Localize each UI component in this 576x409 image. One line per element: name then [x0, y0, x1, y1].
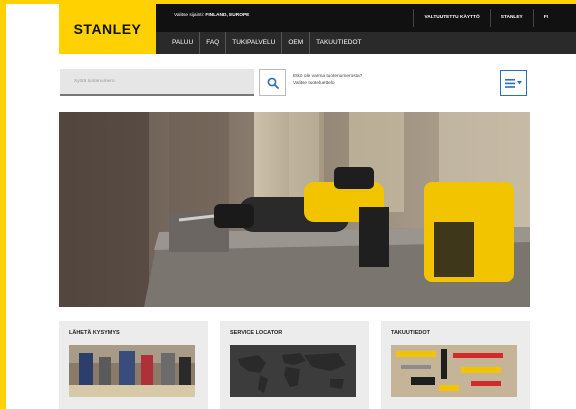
help-question: Etkö ole varma tuotenumerosta?: [293, 74, 363, 79]
region-selector[interactable]: Valitse sijainti: FINLAND, EUROPE: [174, 13, 249, 18]
caret-down-icon: [517, 81, 522, 85]
card-title: TAKUUTIEDOT: [391, 330, 431, 336]
card-title: LÄHETÄ KYSYMYS: [69, 330, 120, 336]
card-service-locator[interactable]: SERVICE LOCATOR: [220, 321, 369, 409]
top-links: VALTUUTETTU KÄYTTÖ STANLEY FI: [413, 9, 558, 27]
main-nav: PALUU FAQ TUKIPALVELU OEM TAKUUTIEDOT: [166, 32, 368, 54]
stanley-logo[interactable]: STANLEY: [59, 4, 156, 54]
region-label: Valitse sijainti:: [174, 13, 205, 18]
nav-item-oem[interactable]: OEM: [282, 32, 311, 54]
card-title: SERVICE LOCATOR: [230, 330, 283, 336]
nav-item-faq[interactable]: FAQ: [200, 32, 227, 54]
nav-item-support[interactable]: TUKIPALVELU: [226, 32, 283, 54]
card-image-world-map: [230, 345, 356, 397]
card-image-people: [69, 345, 195, 397]
nav-item-back[interactable]: PALUU: [166, 32, 201, 54]
top-link-stanley[interactable]: STANLEY: [489, 9, 533, 27]
card-send-question[interactable]: LÄHETÄ KYSYMYS: [59, 321, 208, 409]
nav-item-warranty[interactable]: TAKUUTIEDOT: [310, 32, 367, 54]
help-catalog-link[interactable]: Valitse tuoteluettelo: [293, 80, 403, 87]
search-icon: [267, 77, 279, 89]
catalog-help: Etkö ole varma tuotenumerosta? Valitse t…: [293, 73, 403, 87]
region-value: FINLAND, EUROPE: [205, 13, 250, 18]
top-link-authorized-use[interactable]: VALTUUTETTU KÄYTTÖ: [413, 9, 489, 27]
search-button[interactable]: [259, 69, 286, 96]
top-link-language[interactable]: FI: [532, 9, 558, 27]
search-input[interactable]: [60, 69, 254, 96]
card-warranty-info[interactable]: TAKUUTIEDOT: [381, 321, 530, 409]
menu-button[interactable]: [500, 70, 527, 96]
card-image-tools: [391, 345, 517, 397]
hamburger-menu-icon: [505, 78, 515, 88]
hero-drill-image: [59, 112, 530, 307]
logo-text: STANLEY: [73, 21, 142, 37]
yellow-frame-left: [0, 0, 6, 409]
